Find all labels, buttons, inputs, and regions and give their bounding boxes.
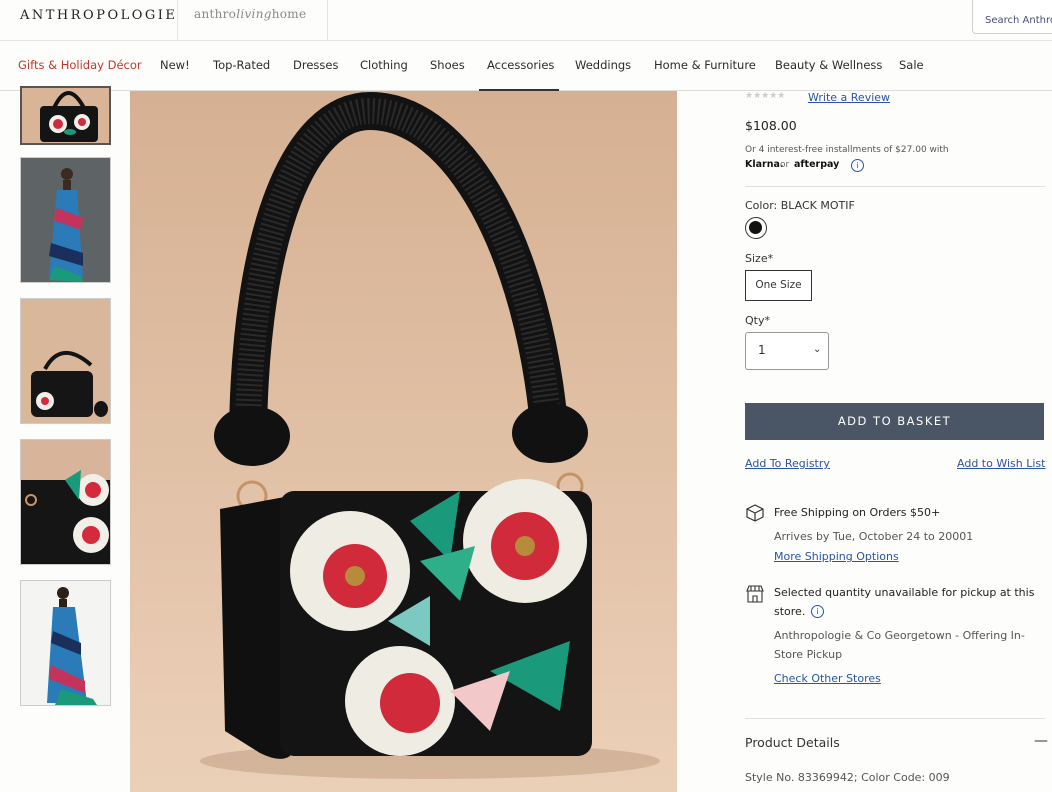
- chevron-down-icon: ⌄: [813, 344, 822, 355]
- color-label: Color: BLACK MOTIF: [745, 199, 855, 212]
- klarna-logo: Klarna.: [745, 159, 784, 170]
- thumbnail-bag-detail[interactable]: [20, 439, 111, 565]
- style-number: Style No. 83369942; Color Code: 009: [745, 771, 950, 784]
- installments-text: Or 4 interest-free installments of $27.0…: [745, 145, 949, 155]
- thumbnail-model-dress-1[interactable]: [20, 157, 111, 283]
- shipping-title: Free Shipping on Orders $50+: [774, 506, 941, 519]
- write-review-link[interactable]: Write a Review: [808, 91, 890, 104]
- or-text: or: [780, 160, 790, 170]
- store-icon: [746, 585, 764, 607]
- color-swatch-black-motif[interactable]: [745, 217, 767, 239]
- nav-item-weddings[interactable]: Weddings: [575, 58, 631, 72]
- afterpay-logo: afterpay: [794, 159, 840, 170]
- color-value: BLACK MOTIF: [780, 199, 855, 212]
- nav-item-clothing[interactable]: Clothing: [360, 58, 408, 72]
- pickup-status-line2: store.: [774, 605, 806, 618]
- brand-logo[interactable]: ANTHROPOLOGIE: [20, 8, 177, 23]
- size-label: Size*: [745, 252, 774, 265]
- header-divider: [177, 0, 178, 41]
- search-input[interactable]: Search Anthro: [972, 0, 1052, 34]
- add-to-wishlist-link[interactable]: Add to Wish List: [957, 457, 1045, 470]
- product-details-heading[interactable]: Product Details: [745, 735, 840, 750]
- header-divider: [327, 0, 328, 41]
- thumbnail-bag-front[interactable]: [20, 86, 111, 145]
- store-name-line2: Store Pickup: [774, 648, 843, 661]
- store-name-line1: Anthropologie & Co Georgetown - Offering…: [774, 629, 1025, 642]
- main-product-image[interactable]: [130, 91, 677, 792]
- check-other-stores-link[interactable]: Check Other Stores: [774, 672, 881, 685]
- main-nav: Gifts & Holiday Décor New! Top-Rated Dre…: [0, 41, 1052, 91]
- nav-item-new[interactable]: New!: [160, 58, 190, 72]
- nav-item-beauty-wellness[interactable]: Beauty & Wellness: [775, 58, 882, 72]
- collapse-icon[interactable]: —: [1034, 733, 1048, 749]
- add-to-registry-link[interactable]: Add To Registry: [745, 457, 830, 470]
- thumbnail-model-dress-2[interactable]: [20, 580, 111, 706]
- living-logo-text-b: living: [236, 7, 272, 21]
- size-option-one-size[interactable]: One Size: [745, 270, 812, 301]
- divider: [745, 718, 1045, 719]
- box-icon: [746, 504, 764, 526]
- living-logo-text-a: anthro: [194, 7, 237, 21]
- qty-label: Qty*: [745, 314, 770, 327]
- nav-item-top-rated[interactable]: Top-Rated: [213, 58, 270, 72]
- pickup-status-line1: Selected quantity unavailable for pickup…: [774, 586, 1035, 599]
- nav-item-sale[interactable]: Sale: [899, 58, 924, 72]
- product-price: $108.00: [745, 118, 797, 133]
- more-shipping-options-link[interactable]: More Shipping Options: [774, 550, 899, 563]
- swatch-fill: [749, 221, 762, 234]
- thumbnail-bag-side[interactable]: [20, 298, 111, 424]
- nav-item-gifts[interactable]: Gifts & Holiday Décor: [18, 58, 142, 72]
- info-icon[interactable]: i: [811, 605, 824, 618]
- nav-item-shoes[interactable]: Shoes: [430, 58, 465, 72]
- living-logo-text-c: home: [271, 7, 307, 21]
- shipping-arrival: Arrives by Tue, October 24 to 20001: [774, 530, 974, 543]
- nav-item-dresses[interactable]: Dresses: [293, 58, 338, 72]
- nav-item-home-furniture[interactable]: Home & Furniture: [654, 58, 756, 72]
- info-icon[interactable]: i: [851, 159, 864, 172]
- rating-stars: ★★★★★: [745, 91, 786, 101]
- nav-item-accessories[interactable]: Accessories: [487, 58, 554, 72]
- add-to-basket-button[interactable]: ADD TO BASKET: [745, 403, 1044, 440]
- living-home-logo[interactable]: anthrolivinghome: [194, 7, 306, 21]
- divider: [745, 186, 1045, 187]
- color-label-prefix: Color:: [745, 199, 778, 212]
